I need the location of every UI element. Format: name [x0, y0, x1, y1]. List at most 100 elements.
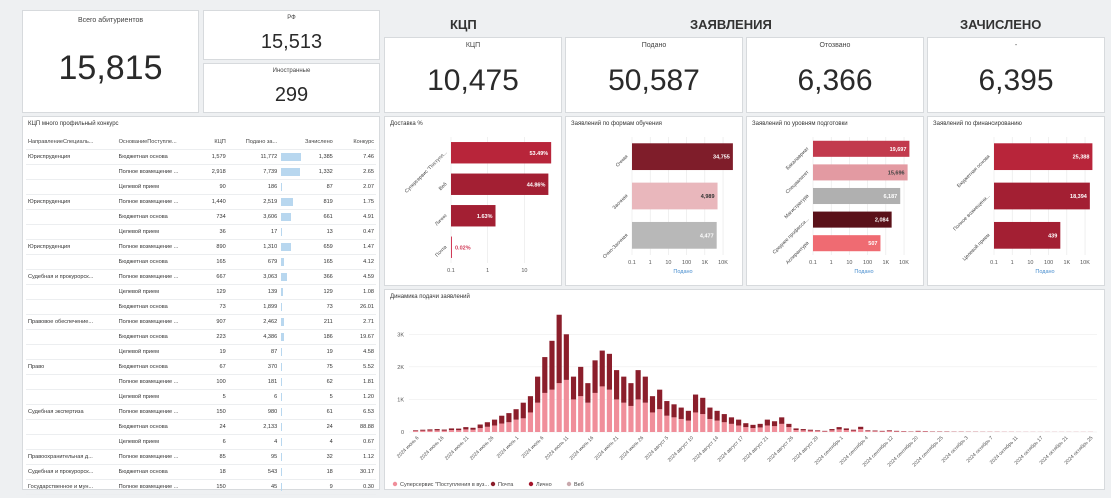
- table-cell: 907: [216, 319, 226, 325]
- table-row[interactable]: Целевой прием 36 17 13 0.47: [26, 225, 376, 240]
- table-cell: Юриспруденция: [28, 199, 71, 205]
- bar-segment: [578, 396, 584, 432]
- bar-segment: [793, 430, 799, 432]
- table-header-cell[interactable]: Подано за...: [228, 135, 279, 150]
- enrolled-value: 211: [323, 319, 333, 325]
- axis-label: Подано: [673, 269, 692, 275]
- bar-segment: [535, 376, 541, 403]
- bar-segment: [520, 402, 526, 419]
- tick-label: 10: [1027, 260, 1033, 266]
- table-row[interactable]: Бюджетная основа 24 2,133 24 88.88: [26, 420, 376, 435]
- table-row[interactable]: Судебная экспертиза Полное возмещение ...…: [26, 405, 376, 420]
- enrolled-cell: 4: [279, 435, 335, 450]
- bar-segment: [815, 430, 821, 432]
- table-header-row: НаправлениеСпециаль... ОснованиеПоступле.…: [26, 135, 376, 150]
- table-header-cell[interactable]: ОснованиеПоступле...: [117, 135, 193, 150]
- category-label: Лично: [434, 213, 448, 227]
- enrolled-value: 5: [329, 394, 333, 400]
- enrolled-value: 62: [326, 379, 333, 385]
- table-cell: [26, 225, 117, 240]
- table-header-cell[interactable]: Зачислено: [279, 135, 335, 150]
- bar-segment: [707, 418, 713, 432]
- table-row[interactable]: Целевой прием 19 87 19 4.58: [26, 345, 376, 360]
- data-label: 15,696: [888, 170, 905, 176]
- table-row[interactable]: Бюджетная основа 734 3,606 661 4.91: [26, 210, 376, 225]
- table-row[interactable]: Бюджетная основа 165 679 165 4.12: [26, 255, 376, 270]
- table-row[interactable]: Судебная и прокурорск... Полное возмещени…: [26, 270, 376, 285]
- table-cell: 73: [219, 304, 226, 310]
- table-cell: Судебная и прокурорск...: [28, 274, 94, 280]
- table-row[interactable]: Целевой прием 5 6 5 1.20: [26, 390, 376, 405]
- enrolled-cell: 366: [279, 270, 335, 285]
- data-label: 25,388: [1073, 155, 1090, 161]
- table-row[interactable]: Бюджетная основа 73 1,899 73 26.01: [26, 300, 376, 315]
- table-row[interactable]: Государственное и мун... Полное возмещени…: [26, 480, 376, 495]
- bar-segment: [484, 426, 490, 432]
- table-row[interactable]: Правовое обеспечение... Полное возмещение…: [26, 315, 376, 330]
- table-cell: [26, 420, 117, 435]
- table-cell: 139: [267, 289, 278, 295]
- bar-segment: [879, 431, 885, 432]
- bar-segment: [606, 353, 613, 390]
- table-row[interactable]: Юриспруденция Полное возмещение ... 1,440 2…: [26, 195, 376, 210]
- bar-segment: [649, 412, 656, 432]
- table-cell: 679: [267, 259, 278, 265]
- category-label: Очно-Заочная: [602, 232, 630, 260]
- table-row[interactable]: Полное возмещение ... 100 181 62 1.81: [26, 375, 376, 390]
- table-row[interactable]: Юриспруденция Бюджетная основа 1,579 11,772…: [26, 150, 376, 165]
- bar-segment: [843, 428, 849, 431]
- kpi-foreign-label: Иностранные: [272, 68, 311, 74]
- table-cell: 95: [270, 454, 278, 460]
- table-row[interactable]: Полное возмещение ... 2,918 7,739 1,332 2.65: [26, 165, 376, 180]
- table-header-cell[interactable]: КЦП: [193, 135, 228, 150]
- bar-segment: [736, 425, 742, 432]
- dynamics-chart: 01K2K3K2024 июнь 62024 июнь 162024 июнь …: [392, 314, 1097, 488]
- bar-segment: [456, 428, 462, 431]
- enrolled-cell: 211: [279, 315, 335, 330]
- bar-segment: [671, 404, 677, 418]
- enrolled-value: 186: [323, 334, 333, 340]
- category-label: Аспирантура: [785, 240, 811, 266]
- tick-label: 10K: [1080, 260, 1090, 266]
- enrolled-cell: 819: [279, 195, 335, 210]
- bar-segment: [893, 431, 900, 432]
- table-cell: Целевой прием: [118, 349, 159, 355]
- bar-segment: [556, 383, 562, 432]
- bar-segment: [664, 401, 670, 416]
- table-row[interactable]: Правоохранительная д... Полное возмещение…: [26, 450, 376, 465]
- level-chart: 0.1 1 10 100 1K 10K 19,697 Бакалавриат 15,696 Спе…: [772, 137, 910, 275]
- bar-segment: [499, 423, 505, 432]
- table-cell: Бюджетная основа: [118, 469, 168, 475]
- table-row[interactable]: Целевой прием 6 4 4 0.67: [26, 435, 376, 450]
- table-cell: Государственное и мун...: [28, 484, 94, 490]
- table-row[interactable]: Бюджетная основа 223 4,386 186 19.67: [26, 330, 376, 345]
- table-row[interactable]: Судебная и прокурорск... Бюджетная основа…: [26, 465, 376, 480]
- table-row[interactable]: Юриспруденция Полное возмещение ... 890 1,3…: [26, 240, 376, 255]
- table-cell: 2.65: [363, 169, 374, 175]
- bar-segment: [599, 386, 605, 432]
- tick-label: 1K: [1063, 260, 1070, 266]
- bar-segment: [850, 430, 857, 432]
- bar-segment: [448, 430, 455, 432]
- table-cell: 1.08: [363, 289, 374, 295]
- bar-segment: [628, 405, 634, 432]
- table-cell: Целевой прием: [118, 439, 159, 445]
- enrolled-value: 32: [326, 454, 333, 460]
- enrolled-value: 819: [323, 199, 333, 205]
- table-cell: 85: [219, 454, 226, 460]
- table-row[interactable]: Право Бюджетная основа 67 370 75 5.52: [26, 360, 376, 375]
- data-label: 4,989: [701, 194, 715, 200]
- level-chart-panel: Заявлений по уровням подготовки 0.1 1 10 10…: [746, 116, 924, 286]
- bar-segment: [570, 376, 577, 400]
- table-header-cell[interactable]: НаправлениеСпециаль...: [26, 135, 117, 150]
- y-tick-label: 0: [401, 430, 404, 436]
- bar-segment: [858, 426, 864, 430]
- tick-label: 100: [1044, 260, 1053, 266]
- table-row[interactable]: Целевой прием 129 139 129 1.08: [26, 285, 376, 300]
- table-row[interactable]: Целевой прием 90 186 87 2.07: [26, 180, 376, 195]
- category-label: Очная: [615, 154, 630, 169]
- bar-segment: [484, 422, 490, 427]
- table-header-cell[interactable]: Конкурс: [335, 135, 376, 150]
- bar-segment: [886, 430, 892, 432]
- bar-segment: [542, 357, 548, 393]
